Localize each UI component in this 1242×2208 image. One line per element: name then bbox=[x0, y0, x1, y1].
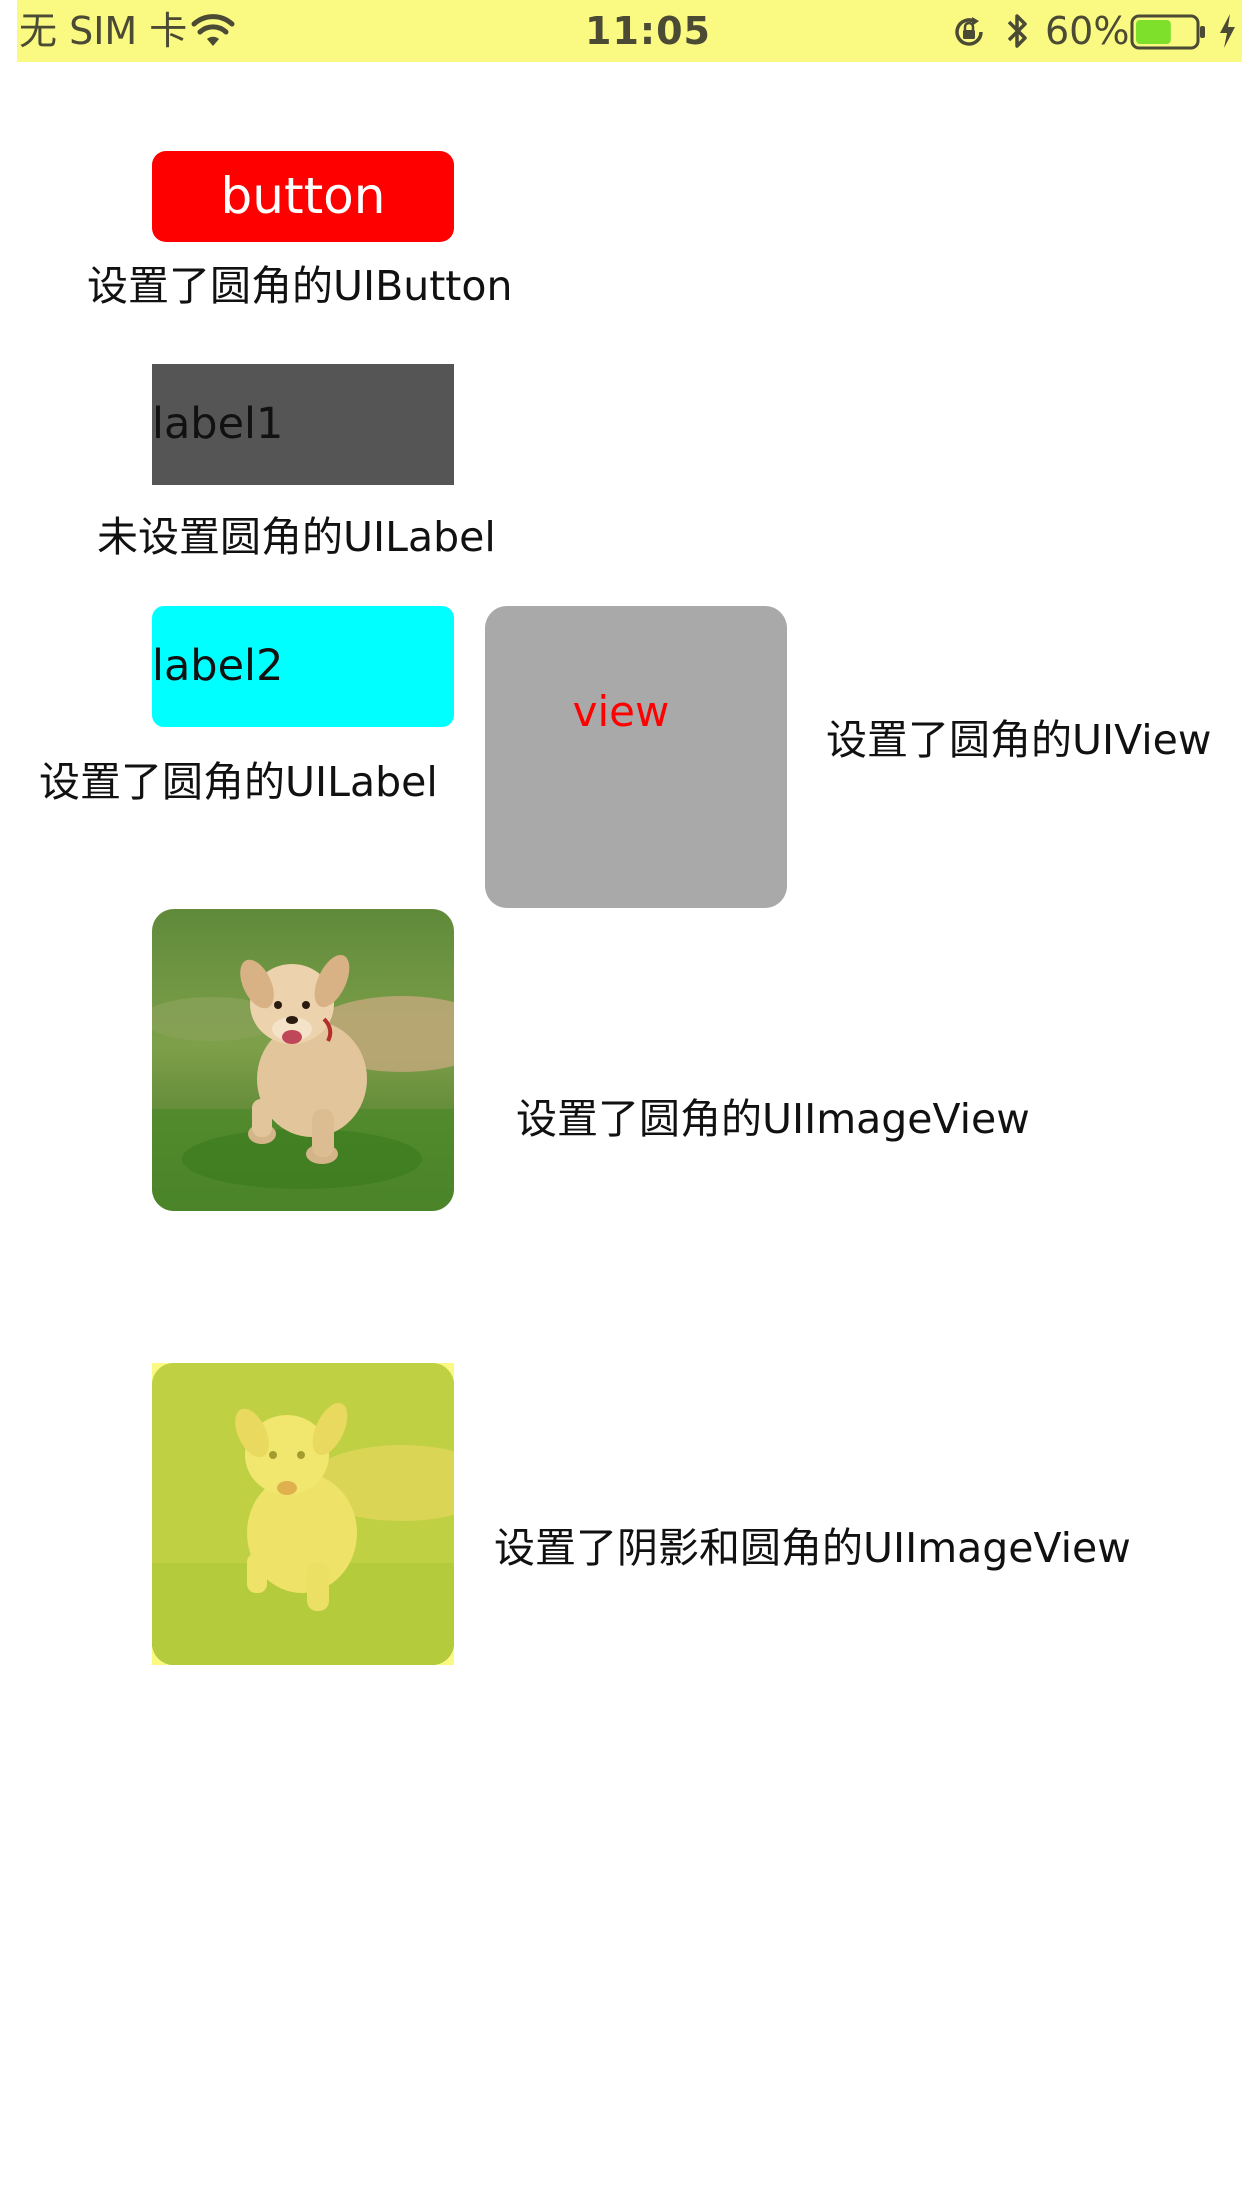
label1: label1 bbox=[152, 364, 454, 485]
battery-icon bbox=[1130, 14, 1208, 54]
battery-percent-text: 60% bbox=[1045, 9, 1130, 53]
image-view-caption: 设置了圆角的UIImageView bbox=[516, 1095, 1030, 1143]
button-caption: 设置了圆角的UIButton bbox=[87, 262, 513, 310]
orientation-lock-icon bbox=[951, 14, 987, 54]
shadow-image-view-caption: 设置了阴影和圆角的UIImageView bbox=[494, 1524, 1131, 1572]
time-text: 11:05 bbox=[585, 9, 711, 53]
bluetooth-icon bbox=[1005, 12, 1031, 54]
status-bar: 无 SIM 卡 11:05 60% bbox=[17, 0, 1242, 62]
screen: 无 SIM 卡 11:05 60% button 设置了圆角的UIButton … bbox=[0, 0, 1242, 2208]
view-caption: 设置了圆角的UIView bbox=[826, 716, 1212, 764]
demo-view: view bbox=[485, 606, 787, 908]
charging-icon bbox=[1216, 12, 1238, 54]
label2: label2 bbox=[152, 606, 454, 727]
demo-button[interactable]: button bbox=[152, 151, 454, 242]
shadow-image-container bbox=[152, 1363, 454, 1665]
label2-caption: 设置了圆角的UILabel bbox=[39, 758, 438, 806]
view-text: view bbox=[572, 687, 670, 736]
puppy-image bbox=[152, 909, 454, 1211]
carrier-text: 无 SIM 卡 bbox=[19, 9, 188, 53]
wifi-icon bbox=[191, 14, 235, 52]
label1-caption: 未设置圆角的UILabel bbox=[97, 513, 496, 561]
yellow-overlay bbox=[152, 1363, 454, 1665]
